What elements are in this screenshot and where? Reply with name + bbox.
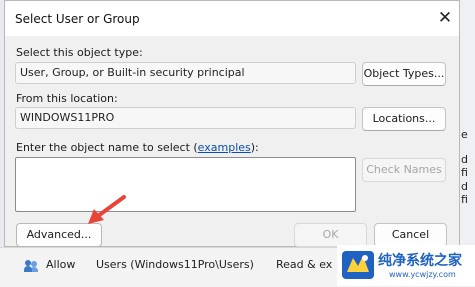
users-group-icon: [24, 260, 38, 272]
object-type-field: User, Group, or Built-in security princi…: [15, 62, 356, 84]
select-user-or-group-dialog: Select User or Group ✕ Select this objec…: [4, 0, 460, 247]
dialog-title: Select User or Group: [15, 12, 140, 26]
background-text-fragment: e: [461, 128, 468, 141]
annotation-arrow-icon: [88, 195, 126, 224]
watermark-logo-icon: [342, 251, 374, 279]
dialog-titlebar: Select User or Group ✕: [5, 1, 459, 36]
permission-principal: Users (Windows11Pro\Users): [96, 258, 254, 271]
object-name-label: Enter the object name to select (example…: [16, 141, 259, 154]
object-types-button[interactable]: Object Types...: [362, 62, 446, 86]
background-text-fragment: d fi: [461, 153, 468, 179]
location-label: From this location:: [16, 92, 118, 105]
close-icon[interactable]: ✕: [433, 7, 457, 31]
object-type-label: Select this object type:: [16, 46, 143, 59]
permission-access: Read & ex: [276, 258, 333, 271]
permission-type: Allow: [46, 258, 76, 271]
watermark: 纯净系统之家 www.ycwjzy.com: [337, 245, 475, 286]
ok-button[interactable]: OK: [294, 223, 367, 247]
examples-link[interactable]: examples: [198, 141, 251, 154]
object-name-input[interactable]: [15, 157, 356, 212]
background-text-fragment: d fi: [461, 180, 468, 206]
cancel-button[interactable]: Cancel: [374, 223, 447, 247]
check-names-button[interactable]: Check Names: [362, 158, 446, 182]
watermark-url: www.ycwjzy.com: [389, 270, 456, 279]
location-field: WINDOWS11PRO: [15, 107, 356, 129]
watermark-name: 纯净系统之家: [378, 253, 462, 269]
advanced-button[interactable]: Advanced...: [16, 223, 102, 247]
locations-button[interactable]: Locations...: [362, 107, 446, 131]
